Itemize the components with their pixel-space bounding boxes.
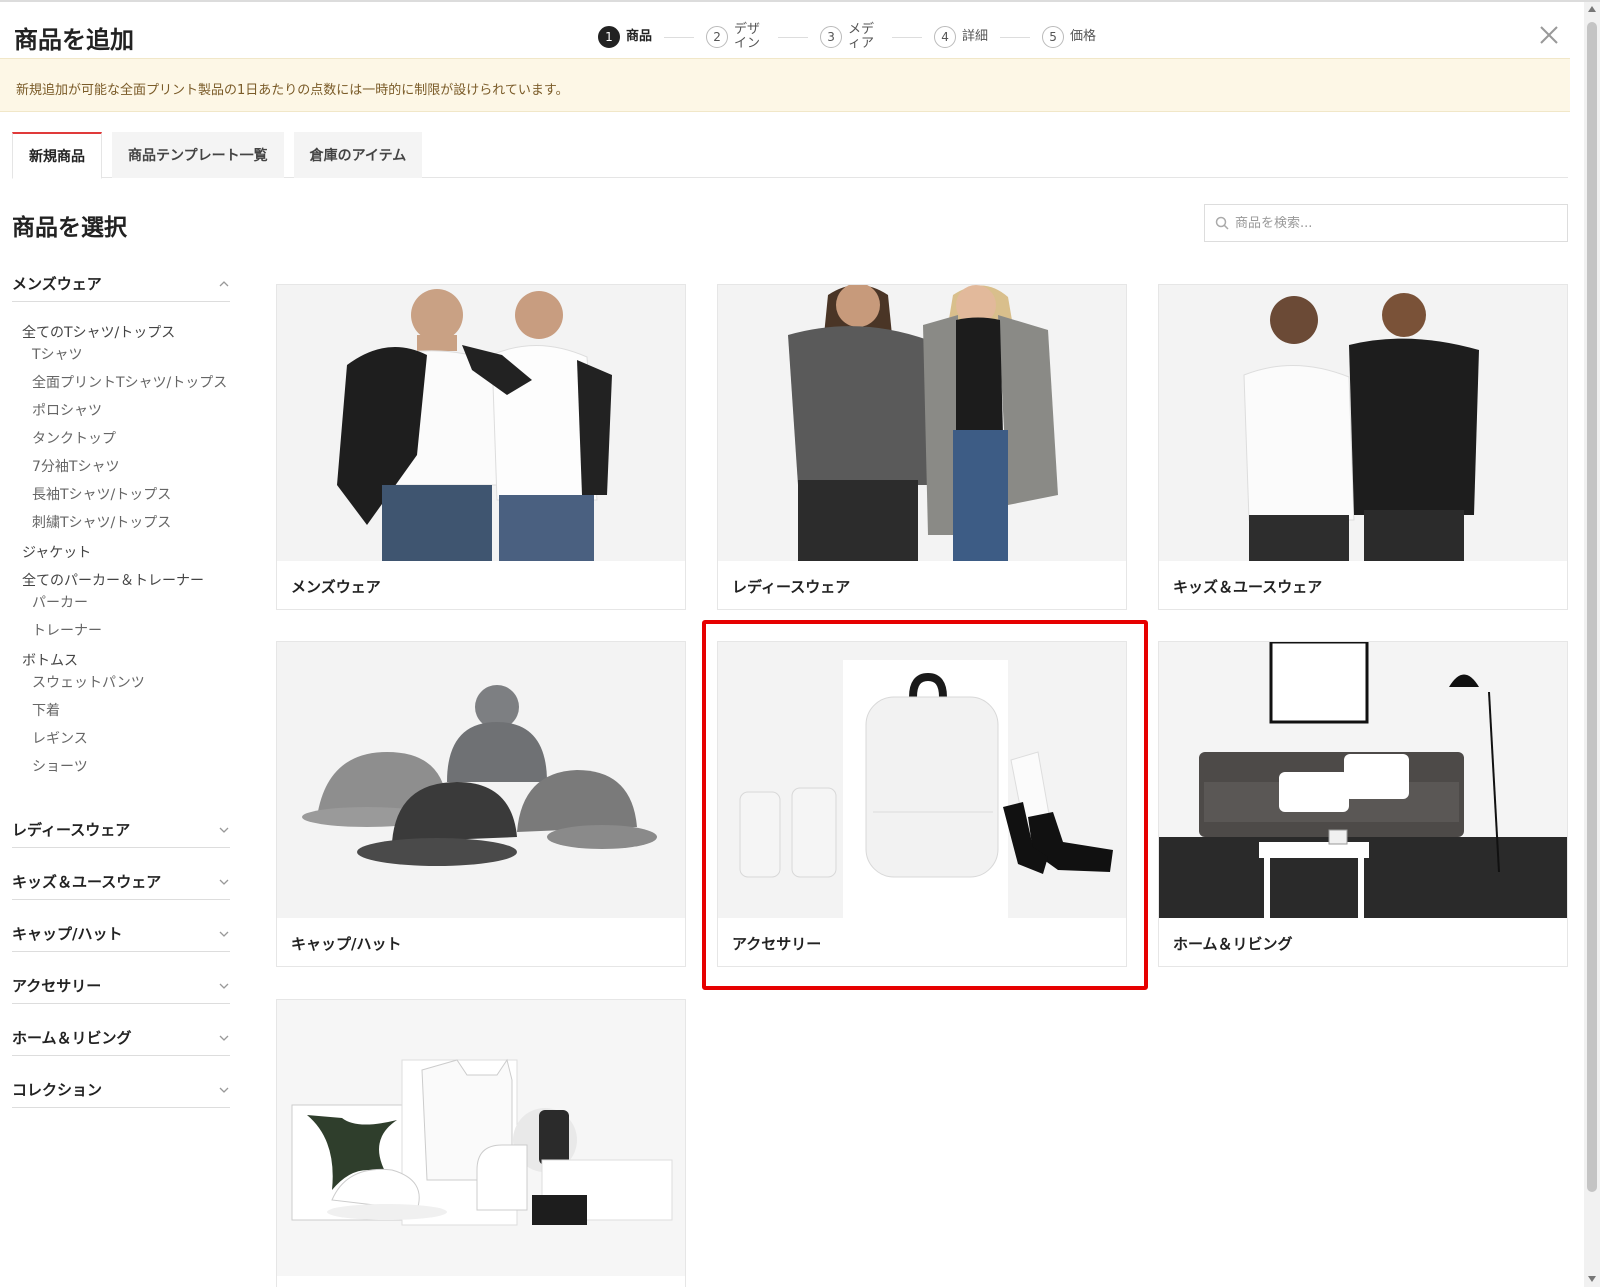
step-label: デザイン bbox=[734, 22, 761, 51]
chevron-down-icon bbox=[219, 931, 229, 937]
chevron-down-icon bbox=[219, 879, 229, 885]
category-card-kids[interactable]: キッズ＆ユースウェア bbox=[1158, 284, 1568, 610]
hats-image bbox=[277, 642, 685, 918]
add-product-modal: 商品を追加 1 商品 2 デザイン 3 メディア 4 詳細 5 価格 新規追加が… bbox=[0, 0, 1600, 1287]
subcategory-item[interactable]: レギンス bbox=[12, 730, 230, 748]
category-label: メンズウェア bbox=[12, 275, 102, 293]
subcategory-all-tshirts[interactable]: 全てのTシャツ/トップス bbox=[12, 322, 230, 344]
category-womens-header[interactable]: レディースウェア bbox=[12, 812, 230, 848]
category-home-header[interactable]: ホーム＆リビング bbox=[12, 1020, 230, 1056]
tab-bar: 新規商品 商品テンプレート一覧 倉庫のアイテム bbox=[12, 132, 1568, 179]
subcategory-item[interactable]: 長袖Tシャツ/トップス bbox=[12, 486, 230, 504]
category-card-womens[interactable]: レディースウェア bbox=[717, 284, 1127, 610]
accessories-image bbox=[718, 642, 1126, 918]
step-number: 2 bbox=[706, 26, 729, 48]
card-label: レディースウェア bbox=[732, 577, 851, 596]
scroll-thumb[interactable] bbox=[1587, 22, 1597, 1192]
top-border bbox=[0, 0, 1600, 2]
category-mens-body: 全てのTシャツ/トップス Tシャツ 全面プリントTシャツ/トップス ポロシャツ … bbox=[12, 302, 230, 796]
subcategory-jacket[interactable]: ジャケット bbox=[12, 542, 230, 564]
scroll-up-arrow-icon[interactable] bbox=[1588, 6, 1596, 12]
section-title: 商品を選択 bbox=[12, 215, 127, 241]
step-label: 詳細 bbox=[962, 29, 989, 44]
subcategory-all-hoodies[interactable]: 全てのパーカー＆トレーナー bbox=[12, 570, 230, 592]
step-number: 1 bbox=[598, 26, 620, 48]
category-card-mens[interactable]: メンズウェア bbox=[276, 284, 686, 610]
stepper: 1 商品 2 デザイン 3 メディア 4 詳細 5 価格 bbox=[598, 22, 1096, 52]
home-image bbox=[1159, 642, 1567, 918]
category-label: アクセサリー bbox=[12, 977, 102, 995]
card-label: アクセサリー bbox=[732, 934, 822, 953]
chevron-down-icon bbox=[219, 1087, 229, 1093]
subcategory-bottoms[interactable]: ボトムス bbox=[12, 650, 230, 672]
search-icon bbox=[1215, 216, 1229, 230]
step-number: 5 bbox=[1042, 26, 1065, 48]
category-label: コレクション bbox=[12, 1081, 103, 1099]
subcategory-item[interactable]: パーカー bbox=[12, 594, 230, 612]
step-label: 商品 bbox=[626, 29, 653, 44]
category-mens-header[interactable]: メンズウェア bbox=[12, 266, 230, 302]
category-label: キッズ＆ユースウェア bbox=[12, 873, 162, 891]
womens-image bbox=[718, 285, 1126, 561]
category-card-hats[interactable]: キャップ/ハット bbox=[276, 641, 686, 967]
step-price[interactable]: 5 価格 bbox=[1042, 26, 1096, 48]
subcategory-item[interactable]: ポロシャツ bbox=[12, 402, 230, 420]
tab-warehouse-items[interactable]: 倉庫のアイテム bbox=[293, 132, 423, 178]
step-number: 4 bbox=[934, 26, 957, 48]
subcategory-item[interactable]: Tシャツ bbox=[12, 346, 230, 364]
modal-title: 商品を追加 bbox=[14, 26, 134, 54]
step-details[interactable]: 4 詳細 bbox=[934, 26, 988, 48]
category-card-accessories[interactable]: アクセサリー bbox=[717, 641, 1127, 967]
subcategory-item[interactable]: スウェットパンツ bbox=[12, 674, 230, 692]
close-button[interactable] bbox=[1536, 22, 1562, 48]
subcategory-item[interactable]: タンクトップ bbox=[12, 430, 230, 448]
notice-banner: 新規追加が可能な全面プリント製品の1日あたりの点数には一時的に制限が設けられてい… bbox=[0, 58, 1570, 112]
category-collection-header[interactable]: コレクション bbox=[12, 1072, 230, 1108]
step-number: 3 bbox=[820, 26, 843, 48]
chevron-down-icon bbox=[219, 1035, 229, 1041]
subcategory-item[interactable]: ショーツ bbox=[12, 758, 230, 776]
search-box[interactable] bbox=[1204, 204, 1568, 242]
chevron-down-icon bbox=[219, 983, 229, 989]
category-label: レディースウェア bbox=[12, 821, 131, 839]
category-label: ホーム＆リビング bbox=[12, 1029, 132, 1047]
subcategory-item[interactable]: 刺繍Tシャツ/トップス bbox=[12, 514, 230, 532]
step-connector bbox=[778, 36, 809, 38]
scrollbar[interactable] bbox=[1584, 2, 1600, 1287]
subcategory-item[interactable]: 全面プリントTシャツ/トップス bbox=[12, 374, 230, 392]
category-kids-header[interactable]: キッズ＆ユースウェア bbox=[12, 864, 230, 900]
chevron-up-icon bbox=[219, 280, 229, 286]
step-connector bbox=[664, 36, 695, 38]
close-icon bbox=[1540, 26, 1558, 44]
subcategory-item[interactable]: 下着 bbox=[12, 702, 230, 720]
step-product[interactable]: 1 商品 bbox=[598, 26, 652, 48]
card-label: ホーム＆リビング bbox=[1173, 934, 1293, 953]
card-label: メンズウェア bbox=[291, 577, 381, 596]
search-input[interactable] bbox=[1235, 215, 1555, 231]
step-connector bbox=[892, 36, 923, 38]
collection-image bbox=[277, 1000, 685, 1276]
step-label: 価格 bbox=[1070, 29, 1097, 44]
step-connector bbox=[1000, 36, 1031, 38]
subcategory-item[interactable]: 7分袖Tシャツ bbox=[12, 458, 230, 476]
chevron-down-icon bbox=[219, 827, 229, 833]
category-sidebar: メンズウェア 全てのTシャツ/トップス Tシャツ 全面プリントTシャツ/トップス… bbox=[12, 266, 230, 1108]
tab-product-templates[interactable]: 商品テンプレート一覧 bbox=[112, 132, 284, 178]
step-media[interactable]: 3 メディア bbox=[820, 23, 880, 51]
step-label: メディア bbox=[848, 22, 875, 51]
subcategory-item[interactable]: トレーナー bbox=[12, 622, 230, 640]
category-card-home[interactable]: ホーム＆リビング bbox=[1158, 641, 1568, 967]
category-accessories-header[interactable]: アクセサリー bbox=[12, 968, 230, 1004]
mens-image bbox=[277, 285, 685, 561]
category-card-collection[interactable] bbox=[276, 999, 686, 1287]
step-design[interactable]: 2 デザイン bbox=[706, 23, 766, 51]
card-label: キッズ＆ユースウェア bbox=[1173, 577, 1323, 596]
category-label: キャップ/ハット bbox=[12, 925, 123, 943]
scroll-down-arrow-icon[interactable] bbox=[1588, 1276, 1596, 1282]
category-hats-header[interactable]: キャップ/ハット bbox=[12, 916, 230, 952]
tab-new-products[interactable]: 新規商品 bbox=[12, 132, 102, 179]
card-label: キャップ/ハット bbox=[291, 934, 402, 953]
kids-image bbox=[1159, 285, 1567, 561]
